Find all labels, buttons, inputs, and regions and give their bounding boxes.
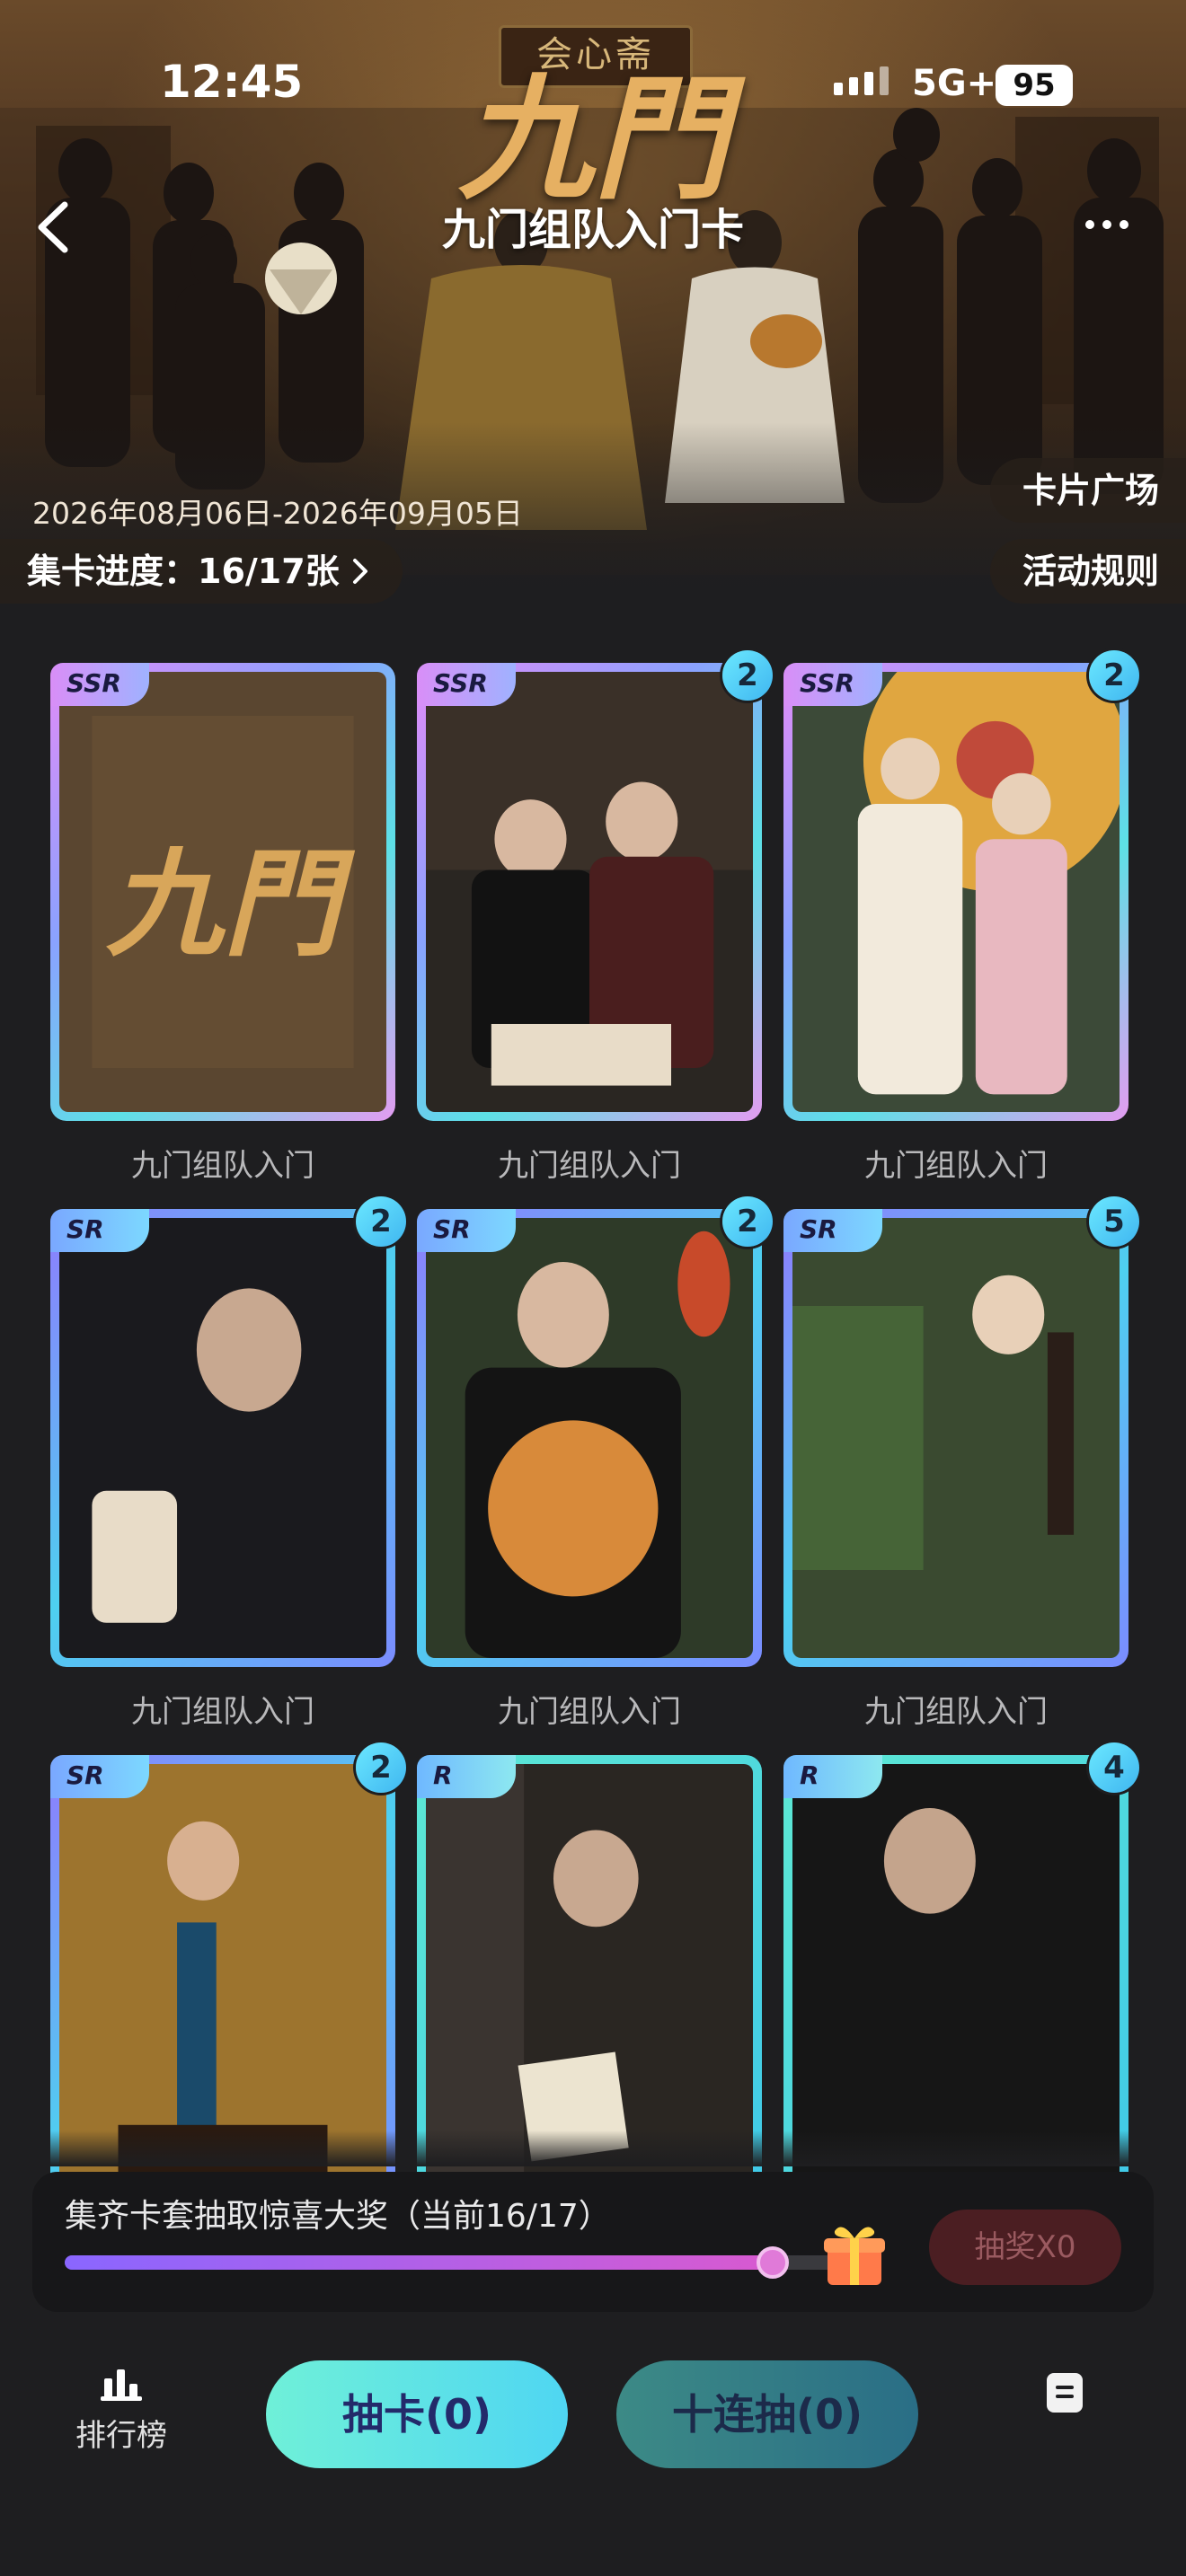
reward-progress-fill bbox=[65, 2255, 773, 2270]
page-title: 九门组队入门卡 bbox=[441, 205, 744, 255]
card-count-badge: 2 bbox=[722, 1196, 773, 1247]
card-rarity-badge: SR bbox=[50, 1755, 149, 1798]
ten-draw-button[interactable]: 十连抽(0) bbox=[616, 2360, 918, 2468]
card-rarity-badge: SSR bbox=[783, 663, 882, 706]
back-button[interactable] bbox=[27, 196, 81, 259]
signal-icon bbox=[834, 66, 889, 95]
card-rarity-badge: SSR bbox=[50, 663, 149, 706]
card-count-badge: 2 bbox=[1089, 650, 1139, 701]
reward-progress-bar bbox=[65, 2246, 873, 2279]
card-label: 九门组队入门 bbox=[131, 1148, 314, 1184]
grid-bottom-fade bbox=[0, 2130, 1186, 2166]
status-time: 12:45 bbox=[160, 56, 304, 108]
card-artwork bbox=[426, 1218, 753, 1658]
card-frame bbox=[417, 1209, 762, 1667]
card-frame bbox=[50, 1209, 395, 1667]
card-count-badge: 2 bbox=[356, 1742, 406, 1793]
draw-card-button[interactable]: 抽卡(0) bbox=[266, 2360, 568, 2468]
card-frame: 九門 bbox=[50, 663, 395, 1121]
card-frame bbox=[783, 663, 1128, 1121]
card-artwork bbox=[59, 1218, 386, 1658]
collection-progress-button[interactable]: 集卡进度：16/17张 bbox=[0, 539, 403, 604]
card-label: 九门组队入门 bbox=[131, 1694, 314, 1730]
card-square-button[interactable]: 卡片广场 bbox=[989, 458, 1186, 523]
more-dots-icon bbox=[1085, 220, 1094, 229]
card-count-badge: 2 bbox=[356, 1196, 406, 1247]
card-count-badge: 5 bbox=[1089, 1196, 1139, 1247]
card-label: 九门组队入门 bbox=[498, 1694, 681, 1730]
card-label: 九门组队入门 bbox=[864, 1694, 1048, 1730]
leaderboard-button[interactable]: 排行榜 bbox=[72, 2366, 171, 2455]
card-count-badge: 2 bbox=[722, 650, 773, 701]
card-rarity-badge: SR bbox=[417, 1209, 516, 1252]
card-artwork: 九門 bbox=[59, 672, 386, 1112]
chevron-right-icon bbox=[352, 559, 367, 584]
card-artwork bbox=[792, 1218, 1120, 1658]
card-rarity-badge: R bbox=[417, 1755, 516, 1798]
activity-rules-button[interactable]: 活动规则 bbox=[989, 539, 1186, 604]
battery-indicator: 95 bbox=[996, 65, 1073, 106]
hero-logo: 九門 bbox=[457, 60, 728, 218]
card-artwork bbox=[426, 672, 753, 1112]
reward-progress-knob bbox=[756, 2246, 789, 2279]
card-rarity-badge: SSR bbox=[417, 663, 516, 706]
gift-box-icon[interactable] bbox=[819, 2219, 890, 2290]
hero-banner: 会心斋 九門 12:45 5G+ 95 九门组队入门卡 2026年08月06日-… bbox=[0, 0, 1186, 620]
leaderboard-label: 排行榜 bbox=[75, 2418, 167, 2454]
collection-progress-text: 集卡进度：16/17张 bbox=[27, 551, 340, 591]
more-button[interactable] bbox=[1085, 207, 1157, 243]
card-label: 九门组队入门 bbox=[864, 1148, 1048, 1184]
card-rarity-badge: SR bbox=[50, 1209, 149, 1252]
network-type: 5G+ bbox=[912, 63, 997, 104]
bottom-action-bar: 排行榜 抽卡(0) 十连抽(0) bbox=[0, 2335, 1186, 2576]
activity-date-range: 2026年08月06日-2026年09月05日 bbox=[32, 496, 523, 531]
card-rarity-badge: SR bbox=[783, 1209, 882, 1252]
card-frame bbox=[417, 663, 762, 1121]
card-frame bbox=[783, 1209, 1128, 1667]
reward-description: 集齐卡套抽取惊喜大奖（当前16/17） bbox=[65, 2198, 611, 2235]
card-rarity-badge: R bbox=[783, 1755, 882, 1798]
card-count-badge: 4 bbox=[1089, 1742, 1139, 1793]
card-artwork bbox=[792, 672, 1120, 1112]
card-label: 九门组队入门 bbox=[498, 1148, 681, 1184]
svg-text:九門: 九門 bbox=[106, 835, 356, 973]
document-icon[interactable] bbox=[1047, 2373, 1083, 2413]
reward-panel: 集齐卡套抽取惊喜大奖（当前16/17） 抽奖X0 bbox=[32, 2172, 1154, 2312]
bar-chart-icon bbox=[101, 2369, 142, 2401]
lottery-button[interactable]: 抽奖X0 bbox=[929, 2210, 1121, 2285]
chevron-left-icon bbox=[38, 201, 68, 253]
